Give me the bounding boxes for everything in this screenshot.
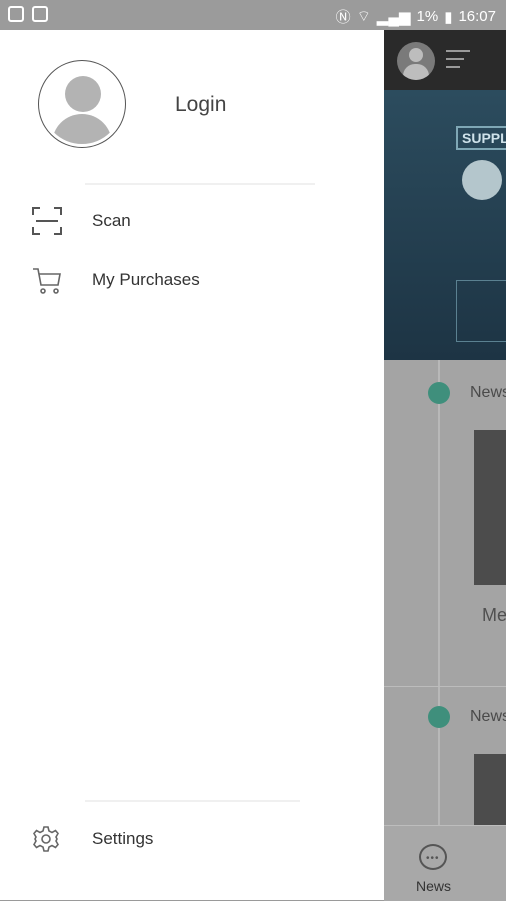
news-title-snippet[interactable]: Me [482,605,506,626]
nfc-icon: Ⓝ [335,9,351,26]
feed-item-label: News [470,708,506,725]
battery-icon: ▮ [444,8,453,26]
banner-image[interactable]: SUPPLY [384,90,506,360]
clock: 16:07 [458,8,496,25]
menu-item-label: My Purchases [92,270,200,289]
battery-percent: 1% [416,8,439,25]
divider [384,686,506,687]
news-category-icon [428,382,450,404]
avatar[interactable] [397,42,435,80]
globe-image [462,160,502,200]
news-thumbnail[interactable] [474,754,506,825]
banner-text: SUPPLY [456,126,506,150]
status-bar: Ⓝ ⌔ ▂▄▆ 1% ▮ 16:07 [0,0,506,30]
chat-bubble-icon[interactable]: ••• [419,844,447,870]
scan-icon [31,206,63,241]
news-thumbnail[interactable] [474,430,506,585]
background-app: SUPPLY News Me News ••• News [384,30,506,901]
divider [85,800,300,802]
gear-icon [31,824,61,859]
cart-icon [31,265,63,302]
navigation-drawer: Login Scan My Purchases Settings [0,30,384,900]
menu-icon[interactable] [446,50,470,74]
signal-icon: ▂▄▆ [376,8,411,26]
settings-label: Settings [92,829,154,848]
feed-item-label: News [470,384,506,401]
app-header [384,30,506,90]
menu-item-label: Scan [92,211,131,230]
chart-image [456,280,506,342]
menu-item-settings[interactable]: Settings [0,814,384,864]
notification-icon [8,6,24,22]
divider [85,183,315,185]
menu-item-my-purchases[interactable]: My Purchases [0,255,384,305]
notification-icon [32,6,48,22]
timeline-line [438,360,440,825]
news-category-icon [428,706,450,728]
profile-avatar[interactable] [38,60,126,148]
news-feed: News Me News [384,360,506,825]
bottom-nav: ••• News [384,825,506,901]
menu-item-scan[interactable]: Scan [0,196,384,246]
login-button[interactable]: Login [175,93,226,117]
nav-news-label[interactable]: News [416,878,451,894]
wifi-icon: ⌔ [356,8,371,25]
